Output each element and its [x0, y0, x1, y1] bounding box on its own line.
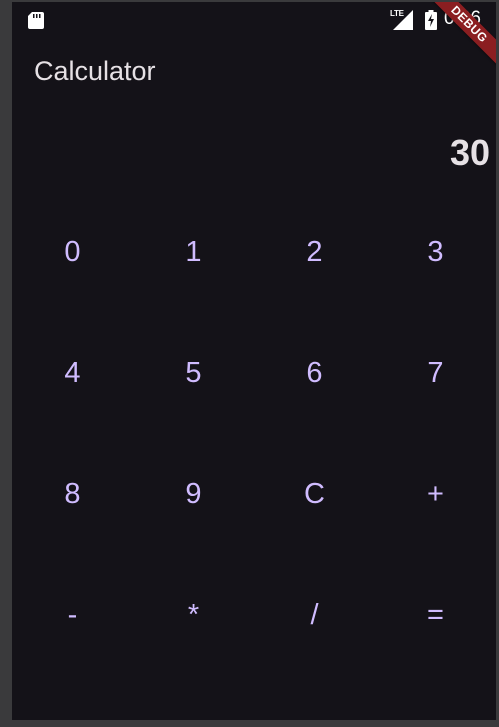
cell-signal-icon [393, 10, 413, 30]
key-0[interactable]: 0 [12, 192, 133, 313]
result-display: 30 [449, 132, 490, 173]
key-clear[interactable]: C [254, 434, 375, 555]
key-7[interactable]: 7 [375, 313, 496, 434]
key-multiply[interactable]: * [133, 555, 254, 676]
app-title: Calculator [34, 56, 156, 86]
device-frame: LTE 0:06 DEBUG Calculator 30 0 1 2 3 4 5… [0, 0, 499, 727]
key-5[interactable]: 5 [133, 313, 254, 434]
key-1[interactable]: 1 [133, 192, 254, 313]
key-3[interactable]: 3 [375, 192, 496, 313]
key-8[interactable]: 8 [12, 434, 133, 555]
status-bar: LTE 0:06 DEBUG [12, 2, 496, 70]
battery-charging-icon [425, 10, 437, 30]
key-9[interactable]: 9 [133, 434, 254, 555]
key-6[interactable]: 6 [254, 313, 375, 434]
key-minus[interactable]: - [12, 555, 133, 676]
key-4[interactable]: 4 [12, 313, 133, 434]
key-2[interactable]: 2 [254, 192, 375, 313]
key-equals[interactable]: = [375, 555, 496, 676]
keypad: 0 1 2 3 4 5 6 7 8 9 C + - * / = [12, 192, 496, 676]
key-divide[interactable]: / [254, 555, 375, 676]
key-plus[interactable]: + [375, 434, 496, 555]
app-screen: LTE 0:06 DEBUG Calculator 30 0 1 2 3 4 5… [12, 2, 496, 720]
sd-card-icon [28, 12, 44, 29]
